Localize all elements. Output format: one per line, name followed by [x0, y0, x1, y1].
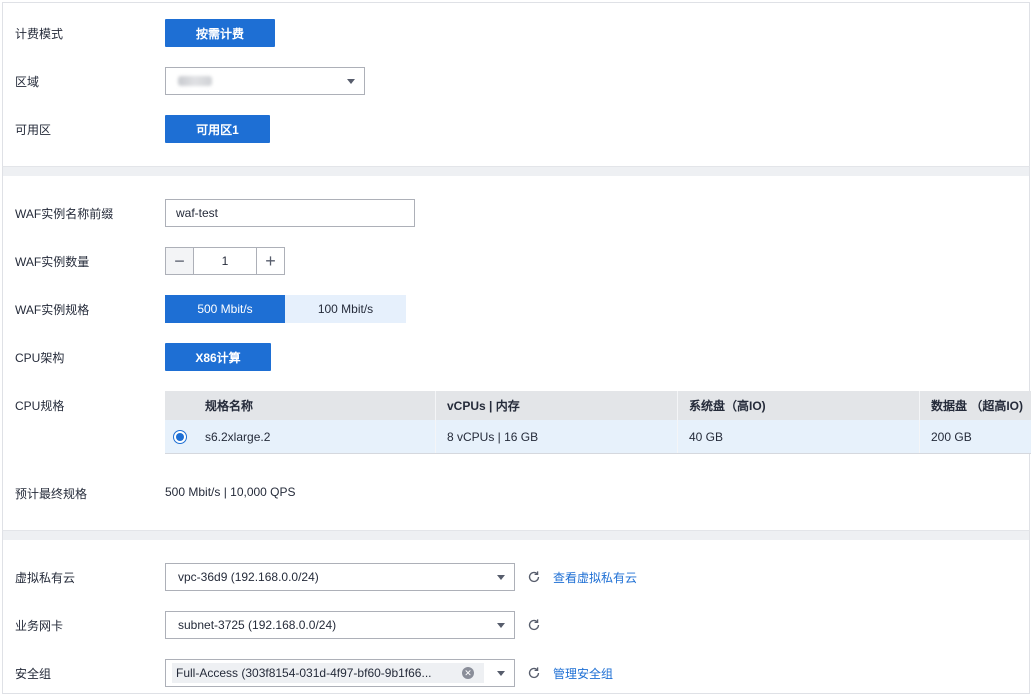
section-divider	[2, 166, 1030, 176]
az-label: 可用区	[15, 123, 52, 137]
security-group-label: 安全组	[15, 667, 52, 681]
spec-name-cell: s6.2xlarge.2	[194, 420, 436, 453]
region-value-redacted	[178, 76, 212, 86]
cpu-spec-table: 规格名称 vCPUs | 内存 系统盘（高IO) 数据盘 （超高IO) s6.2…	[165, 391, 1031, 454]
refresh-icon[interactable]	[527, 570, 541, 584]
spec-option-100[interactable]: 100 Mbit/s	[285, 295, 406, 323]
cpu-arch-label: CPU架构	[15, 351, 65, 365]
nic-label: 业务网卡	[15, 619, 64, 633]
table-header: 规格名称 vCPUs | 内存 系统盘（高IO) 数据盘 （超高IO)	[165, 391, 1031, 420]
refresh-icon[interactable]	[527, 618, 541, 632]
cpu-spec-label: CPU规格	[15, 399, 65, 413]
instance-prefix-label: WAF实例名称前缀	[15, 207, 114, 221]
refresh-icon[interactable]	[527, 666, 541, 680]
final-spec-value: 500 Mbit/s | 10,000 QPS	[165, 485, 296, 499]
vpc-value: vpc-36d9 (192.168.0.0/24)	[178, 570, 319, 584]
plus-icon[interactable]: +	[256, 248, 284, 274]
billing-mode-label: 计费模式	[15, 27, 64, 41]
vpc-label: 虚拟私有云	[15, 571, 76, 585]
data-disk-cell: 200 GB	[931, 429, 972, 444]
view-vpc-link[interactable]: 查看虚拟私有云	[553, 569, 637, 586]
column-header: 系统盘（高IO)	[678, 391, 920, 420]
network-section	[2, 540, 1030, 694]
chevron-down-icon	[497, 623, 505, 628]
clear-icon[interactable]: ✕	[462, 667, 474, 679]
column-header: vCPUs | 内存	[436, 391, 678, 420]
manage-security-group-link[interactable]: 管理安全组	[553, 665, 613, 682]
security-group-value: Full-Access (303f8154-031d-4f97-bf60-9b1…	[176, 666, 432, 680]
section-divider	[2, 530, 1030, 540]
az1-button[interactable]: 可用区1	[165, 115, 270, 143]
cpu-x86-button[interactable]: X86计算	[165, 343, 271, 371]
nic-select[interactable]: subnet-3725 (192.168.0.0/24)	[165, 611, 515, 639]
minus-icon[interactable]: −	[166, 248, 194, 274]
security-group-tag: Full-Access (303f8154-031d-4f97-bf60-9b1…	[172, 663, 484, 683]
final-spec-label: 预计最终规格	[15, 487, 88, 501]
instance-spec-label: WAF实例规格	[15, 303, 90, 317]
radio-selected-icon[interactable]	[172, 429, 187, 444]
chevron-down-icon	[497, 671, 505, 676]
chevron-down-icon	[497, 575, 505, 580]
instance-count-value[interactable]: 1	[194, 248, 256, 274]
system-disk-cell: 40 GB	[678, 420, 920, 453]
region-label: 区域	[15, 75, 40, 89]
instance-prefix-input[interactable]: waf-test	[165, 199, 415, 227]
vpc-select[interactable]: vpc-36d9 (192.168.0.0/24)	[165, 563, 515, 591]
instance-section	[2, 176, 1030, 530]
billing-on-demand-button[interactable]: 按需计费	[165, 19, 275, 47]
chevron-down-icon	[347, 79, 355, 84]
billing-section	[2, 2, 1030, 167]
column-header: 规格名称	[194, 391, 436, 420]
vcpu-mem-cell: 8 vCPUs | 16 GB	[436, 420, 678, 453]
column-header: 数据盘 （超高IO)	[931, 399, 1023, 413]
security-group-select[interactable]: Full-Access (303f8154-031d-4f97-bf60-9b1…	[165, 659, 515, 687]
spec-option-500[interactable]: 500 Mbit/s	[165, 295, 285, 323]
instance-count-label: WAF实例数量	[15, 255, 90, 269]
table-row[interactable]: s6.2xlarge.2 8 vCPUs | 16 GB 40 GB 200 G…	[165, 420, 1031, 454]
instance-count-stepper: − 1 +	[165, 247, 285, 275]
nic-value: subnet-3725 (192.168.0.0/24)	[178, 618, 337, 632]
region-select[interactable]	[165, 67, 365, 95]
